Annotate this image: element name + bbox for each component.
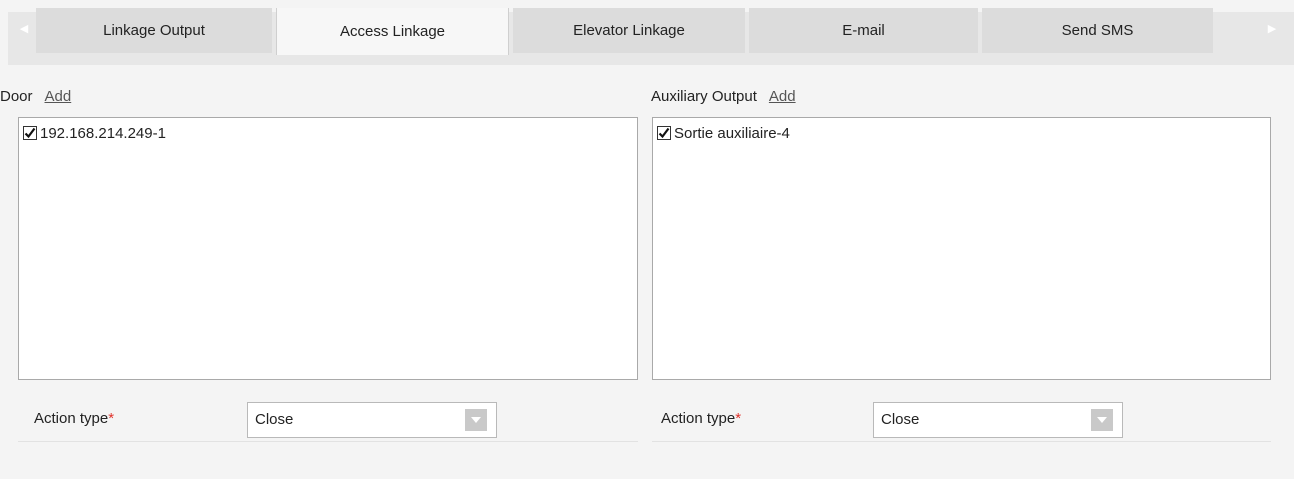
auxiliary-list[interactable]: Sortie auxiliaire-4 — [652, 117, 1271, 380]
tab-email[interactable]: E-mail — [749, 8, 978, 53]
door-action-select[interactable]: Close — [247, 402, 497, 438]
auxiliary-title: Auxiliary Output — [651, 87, 757, 105]
list-item: 192.168.214.249-1 — [23, 123, 166, 143]
auxiliary-add-link[interactable]: Add — [769, 88, 796, 105]
auxiliary-item-label: Sortie auxiliaire-4 — [674, 124, 790, 142]
door-list[interactable]: 192.168.214.249-1 — [18, 117, 638, 380]
door-title: Door — [0, 87, 33, 105]
door-section-header: Door Add — [0, 86, 71, 106]
chevron-right-icon[interactable]: ▶ — [1264, 18, 1280, 38]
required-marker: * — [108, 410, 115, 427]
chevron-down-icon[interactable] — [465, 409, 487, 431]
auxiliary-action-select[interactable]: Close — [873, 402, 1123, 438]
tab-label: Access Linkage — [339, 23, 446, 40]
door-item-label: 192.168.214.249-1 — [40, 124, 166, 142]
tab-label: Elevator Linkage — [573, 22, 685, 39]
door-action-label: Action type* — [34, 410, 115, 427]
list-item: Sortie auxiliaire-4 — [657, 123, 790, 143]
auxiliary-action-row: Action type* Close — [652, 400, 1271, 442]
door-add-link[interactable]: Add — [45, 88, 72, 105]
tab-label: Linkage Output — [103, 22, 205, 39]
checkmark-icon — [658, 127, 670, 139]
chevron-left-icon[interactable]: ◀ — [16, 18, 32, 38]
linkage-settings-panel: ◀ Linkage Output Access Linkage Elevator… — [0, 0, 1294, 479]
auxiliary-section-header: Auxiliary Output Add — [651, 86, 796, 106]
tab-elevator-linkage[interactable]: Elevator Linkage — [513, 8, 745, 53]
auxiliary-action-value: Close — [881, 411, 920, 428]
door-action-value: Close — [255, 411, 294, 428]
required-marker: * — [735, 410, 742, 427]
tab-label: Send SMS — [1061, 22, 1134, 39]
tab-linkage-output[interactable]: Linkage Output — [36, 8, 272, 53]
chevron-down-icon[interactable] — [1091, 409, 1113, 431]
tab-access-linkage[interactable]: Access Linkage — [276, 8, 509, 55]
door-item-checkbox[interactable] — [23, 126, 37, 140]
auxiliary-action-label: Action type* — [661, 410, 742, 427]
checkmark-icon — [24, 127, 36, 139]
auxiliary-item-checkbox[interactable] — [657, 126, 671, 140]
tab-label: E-mail — [842, 22, 885, 39]
door-action-row: Action type* Close — [18, 400, 638, 442]
tab-send-sms[interactable]: Send SMS — [982, 8, 1213, 53]
